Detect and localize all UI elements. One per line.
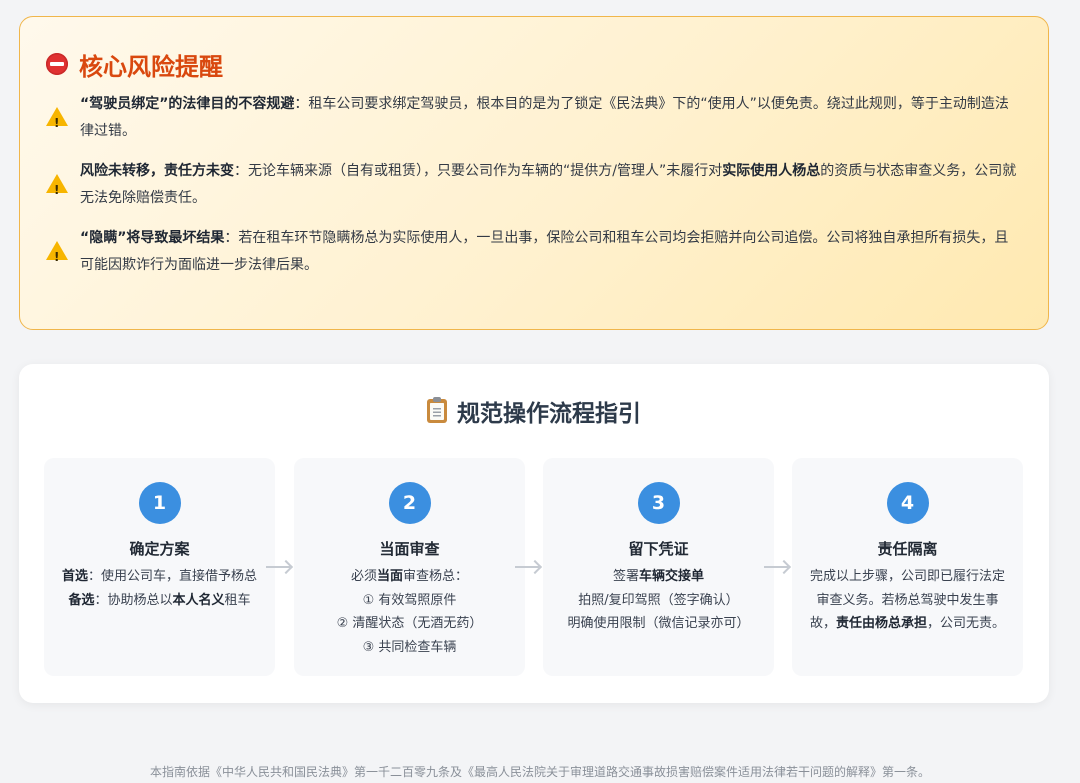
risk-item-heading: “隐瞒”将导致最坏结果	[80, 230, 225, 246]
step-line: ① 有效驾照原件	[362, 592, 457, 608]
step-number-badge: 4	[886, 482, 929, 524]
step-number-badge: 2	[388, 482, 431, 524]
step-line: 明确使用限制（微信记录亦可）	[567, 616, 750, 631]
step-description: 完成以上步骤，公司即已履行法定 审查义务。若杨总驾驶中发生事 故，责任由杨总承担…	[802, 565, 1013, 636]
step-description: 签署车辆交接单 拍照/复印驾照（签字确认） 明确使用限制（微信记录亦可）	[553, 565, 764, 636]
warning-icon	[46, 174, 68, 204]
step-number-badge: 3	[637, 482, 680, 524]
arrow-right-icon	[764, 560, 792, 574]
step-title: 留下凭证	[628, 540, 689, 558]
step-line: ，公司无责。	[927, 616, 1006, 631]
risk-item-heading: 风险未转移，责任方未变	[80, 163, 234, 179]
risk-item: 风险未转移，责任方未变：无论车辆来源（自有或租赁），只要公司作为车辆的“提供方/…	[46, 158, 1022, 212]
step-line-emphasis: 责任由杨总承担	[835, 616, 927, 631]
risk-item-text: ：无论车辆来源（自有或租赁），只要公司作为车辆的“提供方/管理人”未履行对	[234, 163, 723, 179]
risk-alert-title: 核心风险提醒	[46, 47, 1022, 81]
warning-icon	[46, 107, 68, 137]
risk-item: “驾驶员绑定”的法律目的不容规避：租车公司要求绑定驾驶员，根本目的是为了锁定《民…	[46, 91, 1022, 145]
step-card-3: 3 留下凭证 签署车辆交接单 拍照/复印驾照（签字确认） 明确使用限制（微信记录…	[543, 458, 774, 676]
step-card-4: 4 责任隔离 完成以上步骤，公司即已履行法定 审查义务。若杨总驾驶中发生事 故，…	[792, 458, 1023, 676]
risk-alert-panel: 核心风险提醒 “驾驶员绑定”的法律目的不容规避：租车公司要求绑定驾驶员，根本目的…	[19, 16, 1049, 330]
step-card-2: 2 当面审查 必须当面审查杨总： ① 有效驾照原件 ② 清醒状态（无酒无药） ③…	[294, 458, 525, 676]
step-line: ② 清醒状态（无酒无药）	[336, 616, 483, 631]
step-line-emphasis: 首选	[61, 569, 88, 584]
legal-basis-footnote: 本指南依据《中华人民共和国民法典》第一千二百零九条及《最高人民法院关于审理道路交…	[149, 765, 930, 779]
step-card-1: 1 确定方案 首选：使用公司车，直接借予杨总 备选：协助杨总以本人名义租车	[44, 458, 275, 676]
step-line: 审查义务。若杨总驾驶中发生事	[816, 592, 999, 608]
step-title: 当面审查	[379, 540, 440, 558]
warning-icon	[46, 241, 68, 271]
step-line-emphasis: 本人名义	[172, 592, 225, 608]
step-line: ③ 共同检查车辆	[362, 639, 457, 655]
step-title: 责任隔离	[877, 540, 938, 558]
risk-item-emphasis: 实际使用人杨总	[722, 163, 821, 179]
step-title: 确定方案	[129, 540, 190, 558]
risk-alert-title-text: 核心风险提醒	[79, 52, 223, 81]
procedure-guide-title-text: 规范操作流程指引	[457, 401, 641, 427]
step-line: 租车	[224, 592, 251, 608]
procedure-guide-title: 规范操作流程指引	[19, 394, 1049, 428]
step-description: 首选：使用公司车，直接借予杨总 备选：协助杨总以本人名义租车	[54, 565, 265, 612]
step-line: 必须	[350, 569, 377, 584]
step-line: 拍照/复印驾照（签字确认）	[578, 592, 739, 608]
procedure-guide-card: 规范操作流程指引 1 确定方案 首选：使用公司车，直接借予杨总 备选：协助杨总以…	[19, 364, 1049, 703]
risk-item-heading: “驾驶员绑定”的法律目的不容规避	[80, 96, 295, 112]
step-line-emphasis: 备选	[68, 592, 95, 608]
risk-list: “驾驶员绑定”的法律目的不容规避：租车公司要求绑定驾驶员，根本目的是为了锁定《民…	[46, 91, 1022, 279]
clipboard-icon	[427, 397, 447, 423]
step-number-badge: 1	[138, 482, 181, 524]
step-line-emphasis: 当面	[376, 569, 403, 584]
step-line: 完成以上步骤，公司即已履行法定	[809, 569, 1005, 584]
step-description: 必须当面审查杨总： ① 有效驾照原件 ② 清醒状态（无酒无药） ③ 共同检查车辆	[304, 565, 515, 659]
arrow-right-icon	[515, 560, 543, 574]
arrow-right-icon	[266, 560, 294, 574]
step-line-emphasis: 车辆交接单	[639, 569, 705, 584]
stop-icon	[46, 53, 68, 75]
step-line: 签署	[612, 569, 639, 584]
risk-item: “隐瞒”将导致最坏结果：若在租车环节隐瞒杨总为实际使用人，一旦出事，保险公司和租…	[46, 225, 1022, 279]
step-line: ：使用公司车，直接借予杨总	[88, 569, 258, 584]
step-line: 故，	[809, 616, 836, 631]
step-line: 审查杨总：	[403, 569, 469, 584]
step-line: ：协助杨总以	[94, 592, 173, 608]
